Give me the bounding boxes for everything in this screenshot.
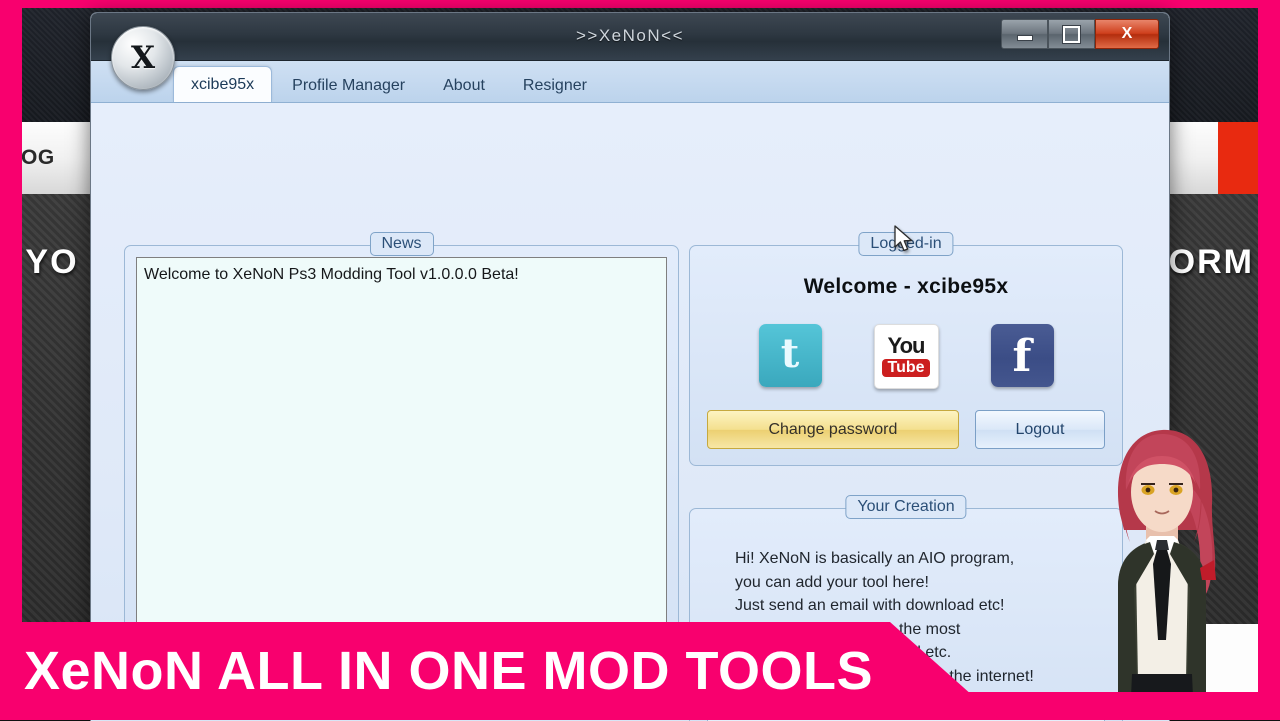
twitter-glyph: t [780, 329, 800, 377]
logged-in-group-box: Logged-in Welcome - xcibe95x t You Tube … [689, 232, 1123, 466]
facebook-glyph: f [1012, 330, 1032, 382]
background-pink-border-left [0, 0, 22, 720]
twitter-icon[interactable]: t [758, 324, 822, 387]
close-button[interactable]: X [1095, 19, 1159, 49]
maximize-button[interactable] [1048, 19, 1095, 49]
creation-line-3: Just send an email with download etc! [735, 597, 1005, 615]
youtube-icon[interactable]: You Tube [873, 324, 939, 389]
pink-banner: XeNoN ALL IN ONE MOD TOOLS [0, 622, 1000, 720]
tab-about[interactable]: About [425, 68, 503, 102]
news-caption: News [369, 232, 434, 256]
tab-resigner[interactable]: Resigner [505, 68, 605, 102]
window-controls: X [1001, 19, 1159, 49]
tab-bar: xcibe95x Profile Manager About Resigner [91, 61, 1169, 103]
youtube-you-text: You [887, 332, 926, 358]
anime-character-overlay [1117, 429, 1216, 720]
xenon-logo-icon: X [111, 26, 175, 90]
minimize-button[interactable] [1001, 19, 1048, 49]
account-buttons-row: Change password Logout [707, 410, 1105, 449]
creation-line-1: Hi! XeNoN is basically an AIO program, [735, 550, 1015, 567]
social-links-row: t You Tube f [690, 324, 1122, 389]
change-password-button[interactable]: Change password [707, 410, 959, 449]
welcome-label: Welcome - xcibe95x [803, 275, 1009, 298]
logged-in-caption: Logged-in [858, 232, 954, 256]
tab-profile-manager[interactable]: Profile Manager [274, 68, 423, 102]
youtube-tube-text: Tube [882, 358, 930, 378]
minimize-icon [1016, 35, 1033, 41]
your-creation-caption: Your Creation [845, 495, 967, 519]
creation-line-2: you can add your tool here! [735, 573, 929, 591]
maximize-icon [1063, 25, 1080, 43]
window-titlebar[interactable]: >>XeNoN<< X [91, 13, 1169, 61]
banner-title: XeNoN ALL IN ONE MOD TOOLS [24, 641, 874, 701]
logo-letter: X [130, 40, 156, 76]
background-pink-border-top [0, 0, 1280, 8]
facebook-icon[interactable]: f [990, 324, 1054, 387]
tab-xcibe95x[interactable]: xcibe95x [173, 66, 273, 102]
xenon-application-window: >>XeNoN<< X xcibe95x Profile Manager Abo… [90, 12, 1170, 721]
